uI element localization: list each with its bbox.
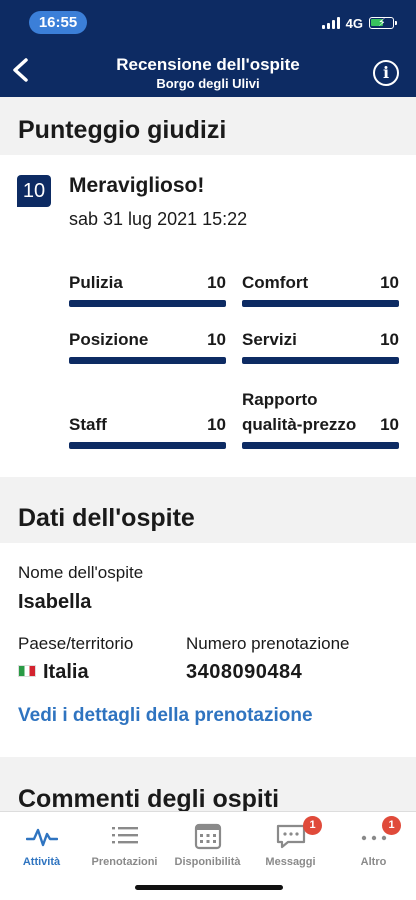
criterion-label: Servizi [242, 330, 297, 349]
overall-score-label: Meraviglioso! [69, 174, 205, 197]
criterion-bar [69, 357, 226, 364]
criterion-bar [242, 442, 399, 449]
activity-icon [26, 828, 58, 847]
guest-card: Nome dell'ospite Isabella Paese/territor… [0, 543, 416, 757]
criterion-label: Comfort [242, 273, 309, 292]
criterion-staff: Staff 10 [69, 405, 226, 449]
criterion-bar [242, 300, 399, 307]
criterion-value: 10 [207, 415, 226, 434]
tab-disponibilita[interactable]: Disponibilità [166, 818, 249, 868]
comments-section-title: Commenti degli ospiti [18, 785, 280, 811]
criterion-value: 10 [380, 273, 399, 292]
guest-section-header: Dati dell'ospite [0, 477, 416, 543]
criterion-bar [242, 357, 399, 364]
tab-label: Attività [22, 856, 61, 868]
criterion-posizione: Posizione 10 [69, 320, 226, 364]
tab-label: Messaggi [265, 856, 316, 868]
comments-section-header: Commenti degli ospiti [0, 757, 416, 811]
info-icon[interactable]: i [373, 60, 399, 86]
criterion-label: Pulizia [69, 273, 123, 292]
criterion-bar [69, 300, 226, 307]
country-label: Paese/territorio [18, 634, 134, 653]
criterion-value: 10 [207, 330, 226, 349]
back-arrow-icon[interactable] [10, 57, 32, 83]
scores-section-title: Punteggio giudizi [18, 116, 227, 144]
battery-icon: ⚡ [369, 17, 397, 29]
tab-attivita[interactable]: Attività [0, 818, 83, 868]
overall-score-badge: 10 [17, 175, 51, 207]
criterion-pulizia: Pulizia 10 [69, 263, 226, 307]
country-name: Italia [43, 661, 89, 683]
network-type: 4G [345, 15, 363, 31]
criterion-value: 10 [207, 273, 226, 292]
italy-flag-icon [18, 664, 36, 677]
criterion-label: Posizione [69, 330, 149, 349]
nav-title: Recensione dell'ospite Borgo degli Ulivi [60, 55, 356, 93]
tab-label: Disponibilità [174, 856, 241, 868]
booking-number-label: Numero prenotazione [186, 634, 350, 653]
criterion-value: 10 [380, 330, 399, 349]
app-header: 16:55 4G ⚡ Recensione dell'ospite Borgo … [0, 0, 416, 97]
review-date: sab 31 lug 2021 15:22 [69, 209, 248, 229]
property-name: Borgo degli Ulivi [156, 76, 260, 91]
home-indicator [135, 885, 283, 890]
criterion-servizi: Servizi 10 [242, 320, 399, 364]
guest-name: Isabella [18, 591, 92, 613]
more-badge: 1 [382, 816, 401, 835]
criterion-label: Staff [69, 415, 107, 434]
messages-badge: 1 [303, 816, 322, 835]
calendar-icon [194, 823, 222, 850]
criterion-label: Rapporto qualità-prezzo [242, 390, 357, 434]
status-time: 16:55 [29, 11, 87, 34]
tab-messaggi[interactable]: Messaggi 1 [249, 816, 332, 868]
list-icon [112, 827, 138, 844]
criterion-bar [69, 442, 226, 449]
status-indicators: 4G ⚡ [321, 15, 397, 31]
criterion-rapporto-qualita-prezzo: Rapporto qualità-prezzo 10 [242, 377, 399, 449]
booking-details-link[interactable]: Vedi i dettagli della prenotazione [18, 705, 313, 727]
country-value: Italia [18, 661, 89, 684]
tab-prenotazioni[interactable]: Prenotazioni [83, 818, 166, 868]
signal-icon [321, 17, 340, 29]
tab-altro[interactable]: Altro 1 [332, 816, 415, 868]
page-title: Recensione dell'ospite [116, 55, 300, 74]
criterion-comfort: Comfort 10 [242, 263, 399, 307]
criterion-value: 10 [380, 415, 399, 434]
booking-number: 3408090484 [186, 661, 303, 683]
tab-label: Prenotazioni [91, 856, 158, 868]
tab-label: Altro [360, 856, 387, 868]
scores-card: 10 Meraviglioso! sab 31 lug 2021 15:22 P… [0, 155, 416, 477]
scores-section-header: Punteggio giudizi [0, 97, 416, 155]
guest-name-label: Nome dell'ospite [18, 563, 144, 582]
